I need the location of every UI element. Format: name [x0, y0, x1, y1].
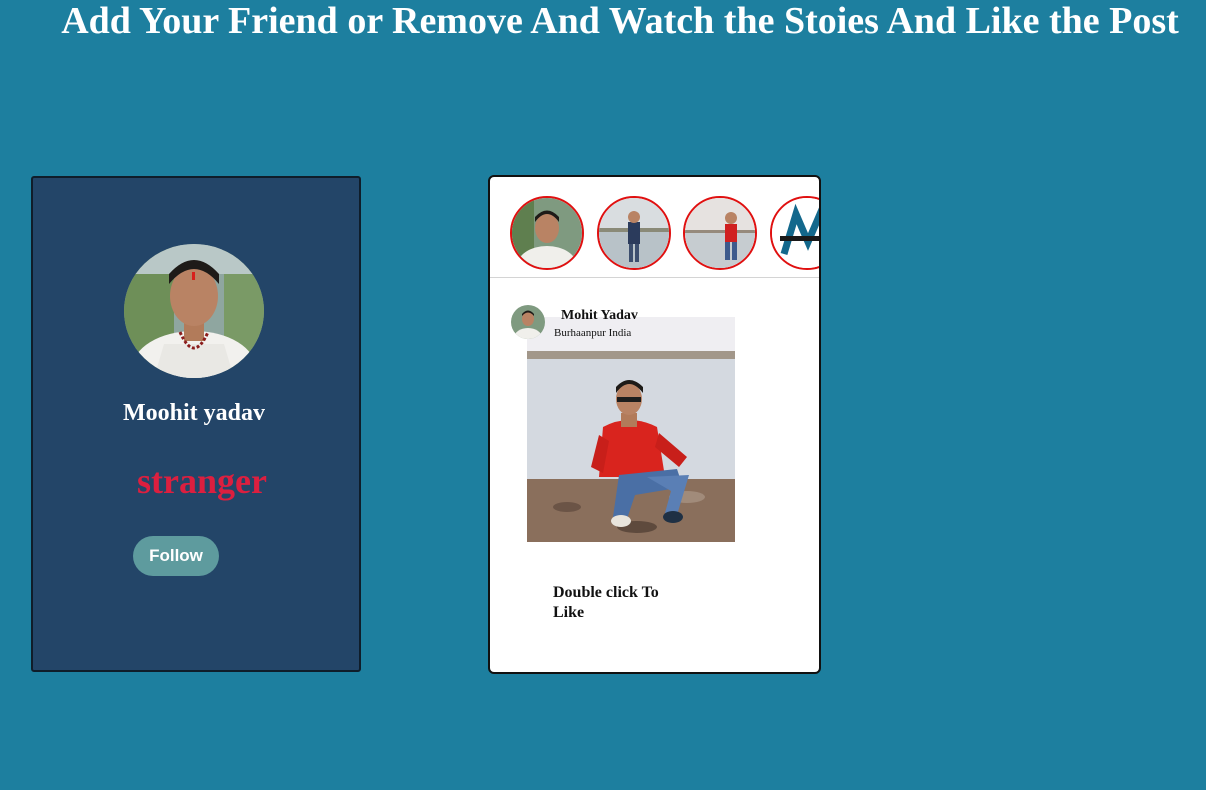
story-item[interactable] — [683, 196, 757, 270]
post-location: Burhaanpur India — [554, 327, 632, 339]
page: Add Your Friend or Remove And Watch the … — [0, 0, 1206, 790]
logo-m-photo-icon — [772, 198, 819, 268]
story-item[interactable] — [510, 196, 584, 270]
story-item[interactable] — [770, 196, 819, 270]
follow-button[interactable]: Follow — [133, 536, 219, 576]
profile-card: Moohit yadav stranger Follow — [31, 176, 361, 672]
person-portrait-photo-icon — [512, 198, 582, 268]
post-image[interactable] — [527, 317, 735, 542]
profile-photo-icon — [124, 244, 264, 378]
post-author-name[interactable]: Mohit Yadav — [561, 308, 638, 324]
stories-bar[interactable] — [490, 177, 819, 278]
profile-status: stranger — [137, 461, 267, 501]
author-avatar-icon — [511, 305, 545, 339]
post-author-avatar[interactable] — [511, 305, 545, 339]
story-item[interactable] — [597, 196, 671, 270]
profile-avatar — [124, 244, 264, 378]
like-hint: Double click To Like — [553, 584, 659, 621]
person-red-shirt-photo-icon — [685, 198, 755, 268]
person-sitting-lakeside-photo-icon — [527, 317, 735, 542]
page-title: Add Your Friend or Remove And Watch the … — [61, 0, 1179, 42]
feed-card: Mohit Yadav Burhaanpur India Double clic… — [488, 175, 821, 674]
person-lakeside-photo-icon — [599, 198, 669, 268]
profile-name: Moohit yadav — [122, 400, 265, 426]
